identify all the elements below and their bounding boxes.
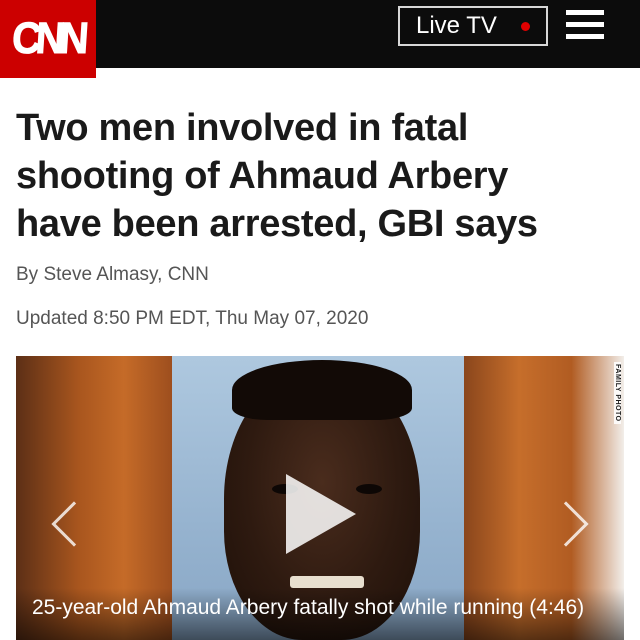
headline-line-2: shooting of Ahmaud Arbery (16, 155, 509, 197)
photo-credit: FAMILY PHOTO (614, 362, 621, 424)
video-caption: 25-year-old Ahmaud Arbery fatally shot w… (32, 596, 585, 619)
portrait-eye-right (356, 484, 382, 494)
live-tv-button[interactable]: Live TV (398, 6, 548, 46)
headline-line-1: Two men involved in fatal (16, 107, 469, 149)
portrait-hair (232, 360, 412, 420)
headline-line-3: have been arrested, GBI says (16, 203, 538, 245)
updated-timestamp: Updated 8:50 PM EDT, Thu May 07, 2020 (16, 308, 369, 329)
play-icon[interactable] (286, 474, 356, 554)
top-nav-bar: Live TV (0, 0, 640, 68)
live-tv-label: Live TV (416, 12, 497, 39)
author-link[interactable]: Steve Almasy, CNN (43, 264, 208, 285)
cnn-logo[interactable]: CNN (0, 0, 96, 78)
live-dot-icon (521, 22, 530, 31)
article-headline: Two men involved in fatal shooting of Ah… (16, 104, 616, 248)
video-player[interactable]: FAMILY PHOTO 25-year-old Ahmaud Arbery f… (16, 356, 624, 640)
hamburger-menu-icon[interactable] (566, 10, 604, 40)
logo-text: CNN (10, 14, 86, 64)
portrait-smile (290, 576, 364, 588)
byline-prefix: By (16, 264, 44, 285)
byline: By Steve Almasy, CNN (16, 264, 209, 286)
